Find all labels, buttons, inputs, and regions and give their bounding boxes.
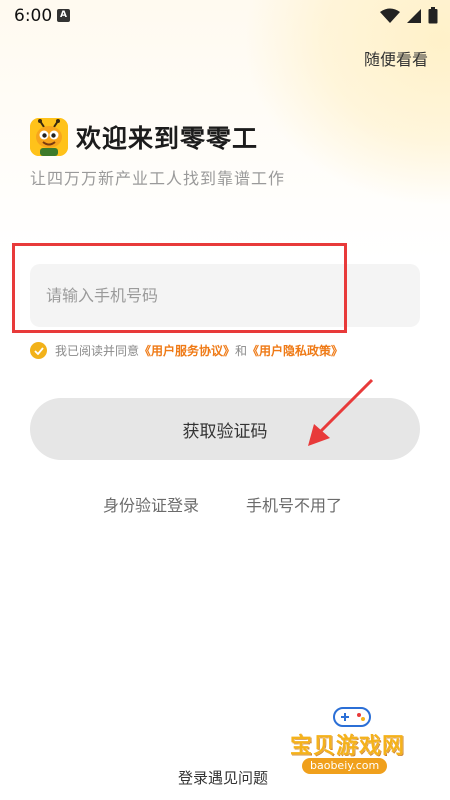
agreement-and: 和 <box>235 344 248 358</box>
agreement-prefix: 我已阅读并同意 <box>55 344 140 358</box>
phone-input[interactable] <box>30 264 420 327</box>
welcome-title: 欢迎来到零零工 <box>76 124 259 153</box>
browse-button[interactable]: 随便看看 <box>364 46 428 70</box>
wifi-icon <box>380 8 400 23</box>
agree-checkbox[interactable] <box>30 342 47 359</box>
signal-icon <box>407 8 421 23</box>
check-icon <box>33 346 44 355</box>
phone-unavailable-link[interactable]: 手机号不用了 <box>246 492 342 516</box>
battery-icon <box>428 7 438 24</box>
login-help-link[interactable]: 登录遇见问题 <box>178 767 268 788</box>
privacy-policy-link[interactable]: 《用户隐私政策》 <box>247 342 343 359</box>
app-logo <box>30 118 68 156</box>
watermark-url: baobeiy.com <box>302 758 388 774</box>
status-time: 6:00 <box>14 6 53 26</box>
user-agreement-link[interactable]: 《用户服务协议》 <box>139 342 235 359</box>
id-verification-login-link[interactable]: 身份验证登录 <box>103 492 199 516</box>
agreement-row: 我已阅读并同意 《用户服务协议》 和 《用户隐私政策》 <box>30 342 343 359</box>
welcome-subtitle: 让四万万新产业工人找到靠谱工作 <box>30 169 286 188</box>
watermark-logo: 宝贝游戏网 baobeiy.com <box>284 702 424 780</box>
watermark-title: 宝贝游戏网 <box>290 734 406 759</box>
annotation-arrow-icon <box>308 378 374 446</box>
notification-icon: A <box>57 9 70 22</box>
gamepad-icon <box>333 707 371 727</box>
ant-mascot-icon <box>30 118 68 156</box>
status-icons <box>380 7 438 24</box>
